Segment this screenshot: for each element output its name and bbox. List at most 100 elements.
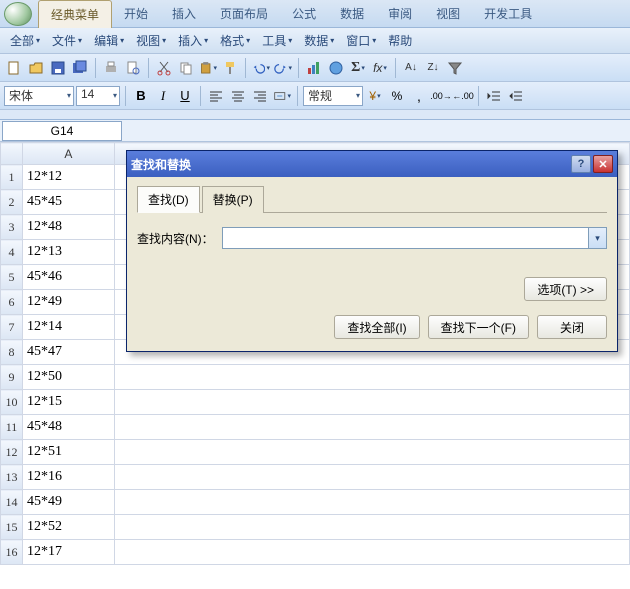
menu-window[interactable]: 窗口▾ [340, 32, 382, 49]
cell[interactable]: 12*13 [22, 240, 114, 265]
print-icon[interactable] [101, 58, 121, 78]
underline-icon[interactable]: U [175, 86, 195, 106]
row-header[interactable]: 9 [1, 365, 23, 390]
align-left-icon[interactable] [206, 86, 226, 106]
link-icon[interactable] [326, 58, 346, 78]
cell[interactable]: 12*49 [22, 290, 114, 315]
number-format-select[interactable]: 常规▾ [303, 86, 363, 106]
cell[interactable] [114, 540, 629, 565]
save-icon[interactable] [48, 58, 68, 78]
cell[interactable]: 12*52 [22, 515, 114, 540]
tab-find[interactable]: 查找(D) [137, 186, 200, 213]
copy-icon[interactable] [176, 58, 196, 78]
menu-insert[interactable]: 插入▾ [172, 32, 214, 49]
menu-file[interactable]: 文件▾ [46, 32, 88, 49]
preview-icon[interactable] [123, 58, 143, 78]
ribbon-tab-insert[interactable]: 插入 [160, 0, 208, 27]
open-icon[interactable] [26, 58, 46, 78]
sort-asc-icon[interactable]: A↓ [401, 58, 421, 78]
cell[interactable]: 12*48 [22, 215, 114, 240]
table-row[interactable]: 1312*16 [1, 465, 630, 490]
cell[interactable] [114, 490, 629, 515]
table-row[interactable]: 912*50 [1, 365, 630, 390]
sort-desc-icon[interactable]: Z↓ [423, 58, 443, 78]
table-row[interactable]: 1212*51 [1, 440, 630, 465]
row-header[interactable]: 15 [1, 515, 23, 540]
fx-icon[interactable]: fx▾ [370, 58, 390, 78]
find-all-button[interactable]: 查找全部(I) [334, 315, 419, 339]
find-next-button[interactable]: 查找下一个(F) [428, 315, 529, 339]
currency-icon[interactable]: ¥▾ [365, 86, 385, 106]
menu-edit[interactable]: 编辑▾ [88, 32, 130, 49]
cell[interactable] [114, 465, 629, 490]
saveall-icon[interactable] [70, 58, 90, 78]
align-right-icon[interactable] [250, 86, 270, 106]
comma-icon[interactable]: , [409, 86, 429, 106]
ribbon-tab-layout[interactable]: 页面布局 [208, 0, 280, 27]
sum-icon[interactable]: Σ▾ [348, 58, 368, 78]
col-header-A[interactable]: A [22, 143, 114, 165]
chevron-down-icon[interactable]: ▾ [588, 228, 606, 248]
dialog-close-x[interactable]: ✕ [593, 155, 613, 173]
row-header[interactable]: 14 [1, 490, 23, 515]
dialog-help-button[interactable]: ? [571, 155, 591, 173]
cell[interactable]: 12*16 [22, 465, 114, 490]
office-button[interactable] [4, 2, 32, 26]
cell[interactable] [114, 415, 629, 440]
ribbon-tab-data[interactable]: 数据 [328, 0, 376, 27]
cut-icon[interactable] [154, 58, 174, 78]
merge-icon[interactable]: ▾ [272, 86, 292, 106]
row-header[interactable]: 2 [1, 190, 23, 215]
filter-icon[interactable] [445, 58, 465, 78]
row-header[interactable]: 8 [1, 340, 23, 365]
undo-icon[interactable]: ▾ [251, 58, 271, 78]
menu-view[interactable]: 视图▾ [130, 32, 172, 49]
menu-help[interactable]: 帮助 [382, 32, 418, 49]
chart-icon[interactable] [304, 58, 324, 78]
table-row[interactable]: 1445*49 [1, 490, 630, 515]
row-header[interactable]: 5 [1, 265, 23, 290]
tab-replace[interactable]: 替换(P) [202, 186, 264, 213]
indent-inc-icon[interactable] [506, 86, 526, 106]
cell[interactable]: 45*48 [22, 415, 114, 440]
cell[interactable]: 45*47 [22, 340, 114, 365]
new-icon[interactable] [4, 58, 24, 78]
cell[interactable]: 45*45 [22, 190, 114, 215]
close-button[interactable]: 关闭 [537, 315, 607, 339]
menu-tools[interactable]: 工具▾ [256, 32, 298, 49]
row-header[interactable]: 4 [1, 240, 23, 265]
cell[interactable]: 12*17 [22, 540, 114, 565]
dialog-titlebar[interactable]: 查找和替换 ? ✕ [127, 151, 617, 177]
italic-icon[interactable]: I [153, 86, 173, 106]
ribbon-tab-review[interactable]: 审阅 [376, 0, 424, 27]
menu-all[interactable]: 全部▾ [4, 32, 46, 49]
table-row[interactable]: 1145*48 [1, 415, 630, 440]
ribbon-tab-classic[interactable]: 经典菜单 [38, 0, 112, 28]
row-header[interactable]: 11 [1, 415, 23, 440]
row-header[interactable]: 7 [1, 315, 23, 340]
cell[interactable]: 12*15 [22, 390, 114, 415]
cell[interactable]: 45*49 [22, 490, 114, 515]
row-header[interactable]: 16 [1, 540, 23, 565]
options-button[interactable]: 选项(T) >> [524, 277, 607, 301]
table-row[interactable]: 1512*52 [1, 515, 630, 540]
percent-icon[interactable]: % [387, 86, 407, 106]
cell[interactable]: 12*12 [22, 165, 114, 190]
cell[interactable]: 12*14 [22, 315, 114, 340]
table-row[interactable]: 1012*15 [1, 390, 630, 415]
menu-format[interactable]: 格式▾ [214, 32, 256, 49]
cell[interactable] [114, 365, 629, 390]
cell[interactable] [114, 440, 629, 465]
ribbon-tab-dev[interactable]: 开发工具 [472, 0, 544, 27]
cell[interactable]: 12*50 [22, 365, 114, 390]
cell[interactable] [114, 515, 629, 540]
row-header[interactable]: 6 [1, 290, 23, 315]
row-header[interactable]: 10 [1, 390, 23, 415]
font-size-select[interactable]: 14▾ [76, 86, 120, 106]
row-header[interactable]: 13 [1, 465, 23, 490]
redo-icon[interactable]: ▾ [273, 58, 293, 78]
font-name-select[interactable]: 宋体▾ [4, 86, 74, 106]
row-header[interactable]: 3 [1, 215, 23, 240]
dec-decimal-icon[interactable]: ←.00 [453, 86, 473, 106]
name-box[interactable]: G14 [2, 121, 122, 141]
